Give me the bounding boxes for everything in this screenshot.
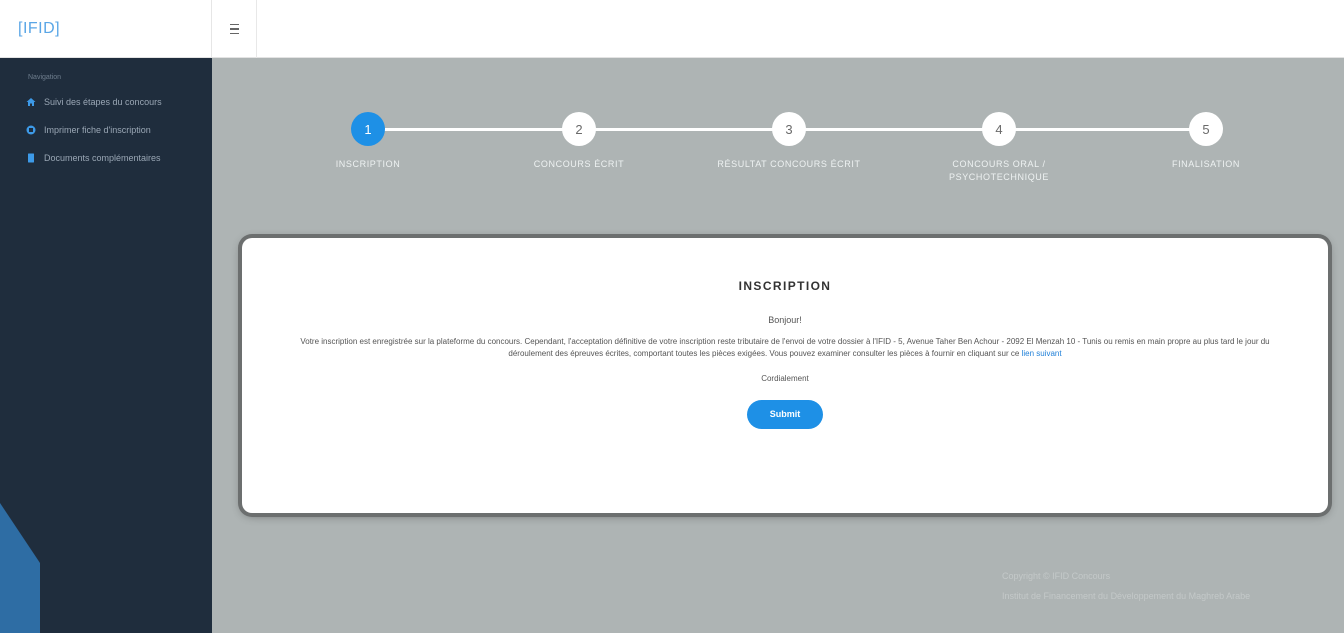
step-circle[interactable]: 3 [772,112,806,146]
card-body-text: Votre inscription est enregistrée sur la… [300,337,1270,358]
document-icon [26,153,36,163]
footer-line-1: Copyright © IFID Concours [1002,571,1111,581]
brand-logo[interactable]: [IFID] [0,0,212,58]
sidebar: Navigation Suivi des étapes du concours … [0,58,212,633]
decorative-corner-shape [0,503,40,633]
inscription-card: INSCRIPTION Bonjour! Votre inscription e… [242,238,1328,513]
sidebar-item-imprimer[interactable]: Imprimer fiche d'inscription [0,116,212,144]
documents-link[interactable]: lien suivant [1022,349,1062,358]
step-concours-oral[interactable]: 4 Concours oral / psychotechnique [904,112,1094,184]
main-content: 1 Inscription 2 Concours écrit 3 Résulta… [212,58,1344,633]
top-bar: [IFID] [0,0,1344,58]
step-circle[interactable]: 2 [562,112,596,146]
brand-logo-text[interactable]: [IFID] [18,20,60,38]
step-resultat-concours-ecrit[interactable]: 3 Résultat concours écrit [694,112,884,171]
sidebar-item-label: Imprimer fiche d'inscription [44,125,151,135]
step-label: Concours écrit [533,159,625,169]
hamburger-menu-icon[interactable] [222,17,246,41]
step-label: Inscription [335,159,401,169]
submit-button[interactable]: Submit [747,400,823,429]
footer-line-2: Institut de Financement du Développement… [1002,591,1251,601]
step-circle[interactable]: 5 [1189,112,1223,146]
sidebar-item-label: Suivi des étapes du concours [44,97,162,107]
card-body: Votre inscription est enregistrée sur la… [290,336,1280,360]
card-greeting: Bonjour! [768,315,802,325]
step-label: Concours oral / psychotechnique [948,159,1049,182]
step-finalisation[interactable]: 5 Finalisation [1111,112,1301,171]
footer-note: Copyright © IFID Concours Institut de Fi… [1002,566,1332,606]
step-label: Résultat concours écrit [717,159,861,169]
sidebar-item-label: Documents complémentaires [44,153,161,163]
sidebar-section-title: Navigation [28,74,62,81]
step-circle[interactable]: 1 [351,112,385,146]
home-icon [26,97,36,107]
step-concours-ecrit[interactable]: 2 Concours écrit [484,112,674,171]
topbar-divider [256,0,257,58]
print-icon [26,125,36,135]
sidebar-item-documents[interactable]: Documents complémentaires [0,144,212,172]
progress-stepper: 1 Inscription 2 Concours écrit 3 Résulta… [212,58,1344,238]
sidebar-item-suivi[interactable]: Suivi des étapes du concours [0,88,212,116]
step-label: Finalisation [1171,159,1241,169]
step-inscription[interactable]: 1 Inscription [273,112,463,171]
card-signoff: Cordialement [761,374,809,383]
card-title: INSCRIPTION [738,279,832,293]
step-circle[interactable]: 4 [982,112,1016,146]
